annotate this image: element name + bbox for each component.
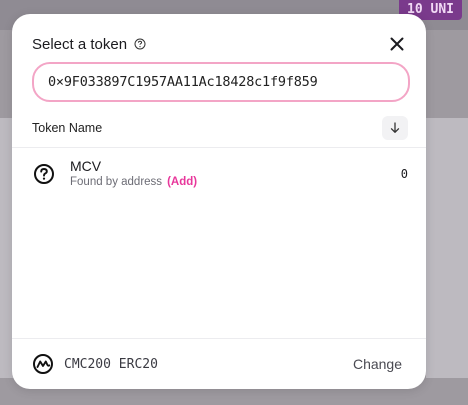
- token-balance: 0: [400, 167, 408, 181]
- token-select-modal: Select a token Token Name: [12, 14, 426, 389]
- help-icon[interactable]: [134, 38, 146, 50]
- divider: [12, 147, 426, 148]
- close-icon: [390, 37, 404, 51]
- token-info: MCV Found by address (Add): [70, 158, 197, 190]
- token-status: Found by address (Add): [70, 175, 197, 190]
- sort-button[interactable]: [382, 116, 408, 140]
- modal-header: Select a token: [32, 34, 408, 54]
- close-button[interactable]: [386, 33, 408, 55]
- coinmarketcap-logo-icon: [32, 353, 54, 375]
- arrow-down-icon: [390, 122, 400, 133]
- modal-title: Select a token: [32, 35, 128, 53]
- token-search-input[interactable]: [32, 62, 410, 102]
- backdrop-card: [426, 118, 468, 378]
- add-token-link[interactable]: (Add): [167, 176, 197, 188]
- token-list-footer: CMC200 ERC20 Change: [12, 338, 426, 389]
- token-symbol: MCV: [70, 158, 102, 174]
- token-list-name: CMC200 ERC20: [64, 356, 158, 372]
- token-name-column-label: Token Name: [32, 121, 103, 135]
- token-status-text: Found by address: [70, 176, 163, 188]
- change-list-button[interactable]: Change: [353, 356, 402, 372]
- token-list-header: Token Name: [32, 116, 408, 140]
- token-list-item[interactable]: MCV Found by address (Add) 0: [32, 154, 408, 194]
- unknown-token-icon: [32, 162, 56, 186]
